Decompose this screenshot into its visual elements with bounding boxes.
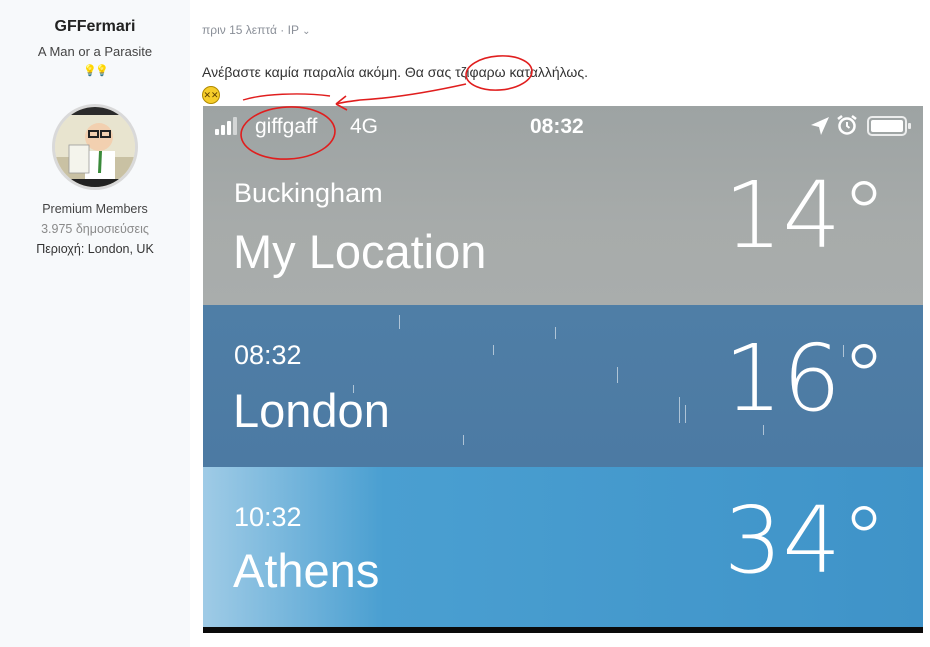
- chevron-down-icon[interactable]: ⌄: [302, 26, 310, 37]
- author-group: Premium Members: [42, 202, 148, 216]
- avatar[interactable]: [52, 104, 138, 190]
- avatar-image: [55, 107, 135, 187]
- location-temperature: 16°: [723, 325, 887, 432]
- author-post-count[interactable]: 3.975 δημοσιεύσεις: [0, 222, 190, 236]
- alarm-icon: [837, 115, 857, 135]
- post-text: Ανέβαστε καμία παραλία ακόμη. Θα σας τζι…: [202, 64, 588, 80]
- meta-separator: ·: [280, 23, 288, 37]
- post-meta: πριν 15 λεπτά · IP ⌄: [202, 23, 310, 37]
- carrier-name: giffgaff: [255, 115, 318, 138]
- location-row-2: 08:32 London 16°: [203, 305, 923, 467]
- location-arrow-icon: [811, 117, 829, 135]
- signal-icon: [215, 117, 245, 135]
- author-title: A Man or a Parasite: [37, 44, 153, 59]
- location-subtitle: 08:32: [234, 340, 302, 370]
- connector-stroke: [242, 93, 331, 101]
- location-subtitle: 10:32: [234, 502, 302, 532]
- post-time[interactable]: πριν 15 λεπτά: [202, 23, 277, 37]
- location-row-3: 10:32 Athens 34°: [203, 467, 923, 627]
- location-city: London: [233, 384, 390, 437]
- author-name[interactable]: GFFermari: [0, 18, 190, 36]
- arrow-stroke: [335, 83, 467, 105]
- location-temperature: 34°: [723, 487, 887, 594]
- bottom-strip: [203, 627, 923, 633]
- ip-label[interactable]: IP: [288, 23, 299, 37]
- battery-icon: [867, 116, 911, 136]
- location-subtitle: Buckingham: [234, 178, 383, 208]
- dizzy-face-icon: ✕✕: [202, 86, 220, 104]
- location-city: My Location: [233, 225, 487, 278]
- author-location: Περιοχή: London, UK: [36, 242, 154, 256]
- status-bar: giffgaff 4G 08:32: [203, 106, 923, 148]
- location-city: Athens: [233, 544, 380, 597]
- author-panel: GFFermari A Man or a Parasite 💡💡 Premium…: [0, 0, 190, 647]
- network-type: 4G: [350, 115, 379, 138]
- reputation-icons: 💡💡: [83, 65, 108, 77]
- location-temperature: 14°: [723, 162, 887, 269]
- status-time: 08:32: [530, 115, 584, 138]
- weather-screenshot[interactable]: Buckingham My Location 14° 08:32 London …: [203, 106, 923, 633]
